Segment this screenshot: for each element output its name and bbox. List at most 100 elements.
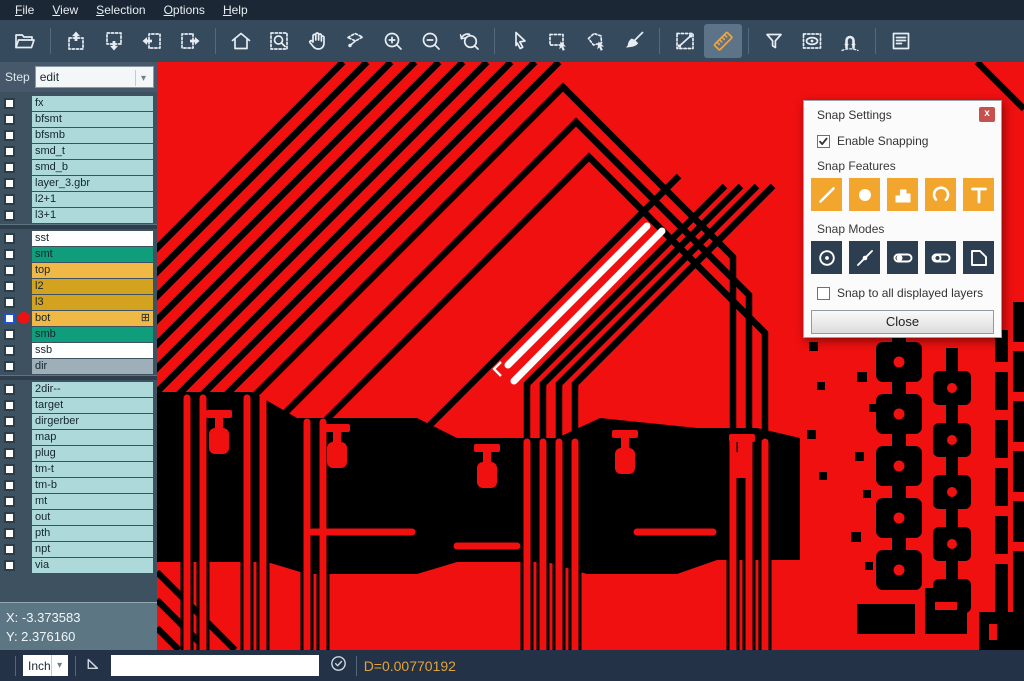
grid-icon[interactable]: ⊞ — [141, 311, 150, 326]
zoom-in-button[interactable] — [374, 24, 412, 58]
step-dropdown[interactable]: edit ▾ — [35, 66, 154, 88]
select-poly-button[interactable] — [577, 24, 615, 58]
layer-row-map[interactable]: map — [0, 429, 157, 445]
layer-row-plug[interactable]: plug — [0, 445, 157, 461]
snap-all-layers-checkbox[interactable] — [817, 287, 830, 300]
zoom-object-button[interactable] — [336, 24, 374, 58]
paint-brush-button[interactable] — [615, 24, 653, 58]
layer-row-pth[interactable]: pth — [0, 525, 157, 541]
snap-center-button[interactable] — [811, 241, 842, 274]
layer-visibility-checkbox[interactable] — [4, 416, 15, 427]
layer-row-smt[interactable]: smt — [0, 246, 157, 262]
layer-visibility-checkbox[interactable] — [4, 400, 15, 411]
layer-row-layer_3.gbr[interactable]: layer_3.gbr — [0, 175, 157, 191]
snap-pad-filled-button[interactable] — [887, 241, 918, 274]
layer-row-bfsmt[interactable]: bfsmt — [0, 111, 157, 127]
ruler-button[interactable] — [704, 24, 742, 58]
layer-visibility-checkbox[interactable] — [4, 432, 15, 443]
layer-visibility-checkbox[interactable] — [4, 114, 15, 125]
layer-visibility-checkbox[interactable] — [4, 384, 15, 395]
snap-arc-button[interactable] — [925, 178, 956, 211]
home-button[interactable] — [222, 24, 260, 58]
arrow-left-box-button[interactable] — [133, 24, 171, 58]
layer-row-fx[interactable]: fx — [0, 95, 157, 111]
zoom-out-button[interactable] — [412, 24, 450, 58]
angle-corner-icon[interactable] — [83, 653, 104, 679]
layer-row-2dir--[interactable]: 2dir-- — [0, 381, 157, 397]
layer-visibility-checkbox[interactable] — [4, 464, 15, 475]
layer-visibility-checkbox[interactable] — [4, 210, 15, 221]
layer-visibility-checkbox[interactable] — [4, 98, 15, 109]
report-form-button[interactable] — [882, 24, 920, 58]
layer-visibility-checkbox[interactable] — [4, 329, 15, 340]
layer-row-ssb[interactable]: ssb — [0, 342, 157, 358]
layer-visibility-checkbox[interactable] — [4, 178, 15, 189]
layer-row-dir[interactable]: dir — [0, 358, 157, 374]
layer-row-out[interactable]: out — [0, 509, 157, 525]
menu-selection[interactable]: Selection — [87, 1, 154, 19]
layer-row-top[interactable]: top — [0, 262, 157, 278]
layer-visibility-checkbox[interactable] — [4, 265, 15, 276]
snap-circle-button[interactable] — [849, 178, 880, 211]
apply-check-icon[interactable] — [328, 653, 349, 679]
snap-midpoint-button[interactable] — [849, 241, 880, 274]
layer-visibility-checkbox[interactable] — [4, 297, 15, 308]
dialog-close-icon[interactable]: x — [979, 107, 995, 122]
menu-options[interactable]: Options — [155, 1, 214, 19]
arrow-right-box-button[interactable] — [171, 24, 209, 58]
layer-visibility-checkbox[interactable] — [4, 544, 15, 555]
command-input[interactable] — [111, 655, 319, 676]
enable-snapping-checkbox[interactable] — [817, 135, 830, 148]
layer-row-npt[interactable]: npt — [0, 541, 157, 557]
layer-visibility-checkbox[interactable] — [4, 249, 15, 260]
menu-file[interactable]: File — [6, 1, 43, 19]
filter-button[interactable] — [755, 24, 793, 58]
layer-row-l3+1[interactable]: l3+1 — [0, 207, 157, 223]
layer-row-smb[interactable]: smb — [0, 326, 157, 342]
layer-visibility-checkbox[interactable] — [4, 162, 15, 173]
layer-visibility-checkbox[interactable] — [4, 496, 15, 507]
snap-magnet-button[interactable] — [831, 24, 869, 58]
layer-visibility-checkbox[interactable] — [4, 281, 15, 292]
snap-pad-outline-button[interactable] — [925, 241, 956, 274]
menu-view[interactable]: View — [43, 1, 87, 19]
layer-visibility-checkbox[interactable] — [4, 512, 15, 523]
zoom-previous-button[interactable] — [450, 24, 488, 58]
layer-row-via[interactable]: via — [0, 557, 157, 573]
layer-row-bot[interactable]: bot⊞ — [0, 310, 157, 326]
menu-help[interactable]: Help — [214, 1, 257, 19]
snap-line-button[interactable] — [811, 178, 842, 211]
layer-visibility-checkbox[interactable] — [4, 233, 15, 244]
layer-row-l2[interactable]: l2 — [0, 278, 157, 294]
layer-visibility-checkbox[interactable] — [4, 313, 15, 324]
layer-row-bfsmb[interactable]: bfsmb — [0, 127, 157, 143]
layer-visibility-checkbox[interactable] — [4, 560, 15, 571]
snap-text-button[interactable] — [963, 178, 994, 211]
layer-visibility-checkbox[interactable] — [4, 146, 15, 157]
snap-contour-button[interactable] — [963, 241, 994, 274]
zoom-window-button[interactable] — [260, 24, 298, 58]
layer-row-smd_t[interactable]: smd_t — [0, 143, 157, 159]
layer-row-mt[interactable]: mt — [0, 493, 157, 509]
layer-visibility-checkbox[interactable] — [4, 361, 15, 372]
layer-row-target[interactable]: target — [0, 397, 157, 413]
layer-row-dirgerber[interactable]: dirgerber — [0, 413, 157, 429]
select-cursor-button[interactable] — [501, 24, 539, 58]
layer-visibility-checkbox[interactable] — [4, 345, 15, 356]
layer-row-l3[interactable]: l3 — [0, 294, 157, 310]
layer-visibility-checkbox[interactable] — [4, 528, 15, 539]
layer-visibility-checkbox[interactable] — [4, 194, 15, 205]
unit-dropdown[interactable]: Inch ▾ — [23, 655, 68, 676]
arrow-down-box-button[interactable] — [95, 24, 133, 58]
layer-row-sst[interactable]: sst — [0, 230, 157, 246]
close-button[interactable]: Close — [811, 310, 994, 334]
snap-surface-button[interactable] — [887, 178, 918, 211]
layer-visibility-checkbox[interactable] — [4, 130, 15, 141]
layer-row-l2+1[interactable]: l2+1 — [0, 191, 157, 207]
select-rect-button[interactable] — [539, 24, 577, 58]
layer-visibility-checkbox[interactable] — [4, 480, 15, 491]
pan-hand-button[interactable] — [298, 24, 336, 58]
layer-visibility-checkbox[interactable] — [4, 448, 15, 459]
layer-row-tm-t[interactable]: tm-t — [0, 461, 157, 477]
layer-row-smd_b[interactable]: smd_b — [0, 159, 157, 175]
